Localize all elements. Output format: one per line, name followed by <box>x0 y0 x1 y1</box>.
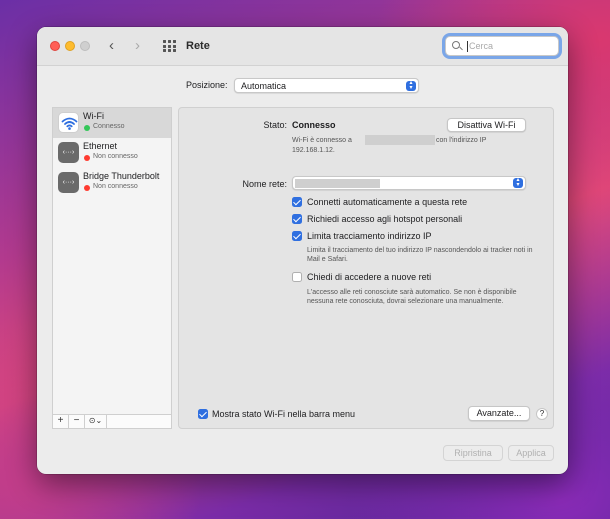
status-label: Stato: <box>263 120 287 130</box>
remove-service-button[interactable]: − <box>69 415 85 428</box>
service-status: Non connesso <box>93 183 138 190</box>
add-service-button[interactable]: + <box>53 415 69 428</box>
show-wifi-menu-bar-label: Mostra stato Wi-Fi nella barra menu <box>212 409 356 419</box>
show-all-grid-icon[interactable] <box>163 40 176 52</box>
network-preferences-window: ‹ › Rete Cerca Posizione: Automatica ▴▾ <box>37 27 568 474</box>
search-placeholder: Cerca <box>469 41 494 51</box>
location-row: Posizione: Automatica ▴ ▾ <box>37 78 568 94</box>
network-name-label: Nome rete: <box>242 179 287 189</box>
turn-off-wifi-button[interactable]: Disattiva Wi-Fi <box>447 118 526 132</box>
limit-ip-tracking-checkbox[interactable] <box>292 231 302 241</box>
status-dot <box>84 185 90 191</box>
service-name: Wi-Fi <box>83 111 104 121</box>
popup-arrows-icon: ▴ ▾ <box>406 80 416 91</box>
service-item-wifi[interactable]: Wi-Fi Connesso <box>53 108 171 138</box>
network-name-popup[interactable]: ▴ ▾ <box>292 176 526 190</box>
forward-chevron-icon[interactable]: › <box>135 38 140 53</box>
location-value: Automatica <box>241 81 287 91</box>
popup-arrows-icon: ▴ ▾ <box>513 177 523 188</box>
limit-ip-tracking-label: Limita tracciamento indirizzo IP <box>307 231 432 241</box>
actions-menu-button[interactable]: ⊙⌄ <box>85 415 107 428</box>
status-dot <box>84 155 90 161</box>
close-button[interactable] <box>50 41 60 51</box>
ask-hotspot-label: Richiedi accesso agli hotspot personali <box>307 214 463 224</box>
ip-address: 192.168.1.12. <box>292 147 335 154</box>
advanced-button[interactable]: Avanzate... <box>468 406 530 421</box>
ask-join-networks-label: Chiedi di accedere a nuove reti <box>307 272 432 282</box>
ask-hotspot-checkbox[interactable] <box>292 214 302 224</box>
redacted-network-name <box>295 179 380 188</box>
wifi-info-suffix: con l'indirizzo IP <box>436 137 487 144</box>
help-button[interactable]: ? <box>536 408 548 420</box>
service-item-ethernet[interactable]: ‹···› Ethernet Non connesso <box>53 138 171 168</box>
title-bar: ‹ › Rete Cerca <box>37 27 568 66</box>
revert-button[interactable]: Ripristina <box>443 445 503 461</box>
zoom-button[interactable] <box>80 41 90 51</box>
search-field[interactable]: Cerca <box>445 36 559 56</box>
service-status: Non connesso <box>93 153 138 160</box>
ask-join-networks-description: L'accesso alle reti conosciute sarà auto… <box>307 289 517 305</box>
back-chevron-icon[interactable]: ‹ <box>109 38 114 53</box>
location-label: Posizione: <box>186 80 228 90</box>
redacted-network-name <box>365 135 435 145</box>
apply-button[interactable]: Applica <box>508 445 554 461</box>
ethernet-icon: ‹···› <box>58 142 79 163</box>
status-value: Connesso <box>292 120 336 130</box>
status-dot <box>84 125 90 131</box>
services-sidebar: Wi-Fi Connesso ‹···› Ethernet Non connes… <box>52 107 172 429</box>
service-item-thunderbolt-bridge[interactable]: ‹···› Bridge Thunderbolt Non connesso <box>53 168 171 198</box>
text-caret <box>467 41 468 52</box>
limit-ip-tracking-description: Limita il tracciamento del tuo indirizzo… <box>307 247 533 263</box>
ask-join-networks-checkbox[interactable] <box>292 272 302 282</box>
thunderbolt-bridge-icon: ‹···› <box>58 172 79 193</box>
wifi-settings-panel: Stato: Connesso Disattiva Wi-Fi Wi-Fi è … <box>178 107 554 429</box>
service-name: Ethernet <box>83 141 118 151</box>
sidebar-toolbar: + − ⊙⌄ <box>52 414 172 429</box>
auto-join-label: Connetti automaticamente a questa rete <box>307 197 468 207</box>
wifi-info-prefix: Wi-Fi è connesso a <box>292 137 352 144</box>
auto-join-checkbox[interactable] <box>292 197 302 207</box>
wifi-icon <box>58 112 79 133</box>
location-popup[interactable]: Automatica ▴ ▾ <box>234 78 419 93</box>
show-wifi-menu-bar-checkbox[interactable] <box>198 409 208 419</box>
service-status: Connesso <box>93 123 125 130</box>
window-title: Rete <box>186 40 210 52</box>
minimize-button[interactable] <box>65 41 75 51</box>
search-icon <box>452 41 460 49</box>
service-name: Bridge Thunderbolt <box>83 171 160 181</box>
